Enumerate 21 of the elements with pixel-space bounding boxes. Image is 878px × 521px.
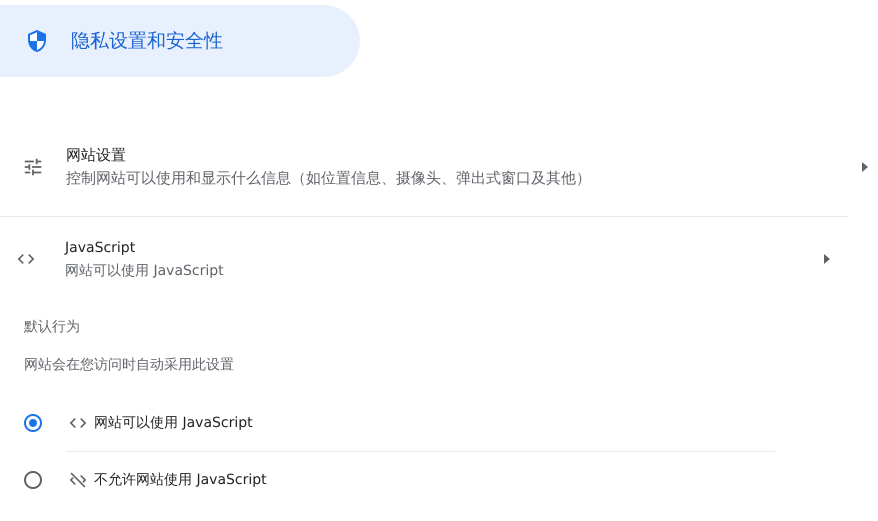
sliders-icon (22, 156, 44, 178)
option-label: 网站可以使用 JavaScript (94, 414, 253, 432)
shield-icon (25, 29, 49, 53)
site-settings-row[interactable]: 网站设置 控制网站可以使用和显示什么信息（如位置信息、摄像头、弹出式窗口及其他） (0, 132, 878, 202)
row-title: JavaScript (65, 239, 136, 258)
option-label: 不允许网站使用 JavaScript (94, 470, 267, 490)
radio-button[interactable] (24, 414, 42, 432)
radio-option[interactable]: 不允许网站使用 JavaScript (24, 452, 775, 508)
caret-icon (862, 162, 868, 172)
radio-button[interactable] (24, 471, 42, 489)
row-title: 网站设置 (66, 145, 127, 166)
javascript-row[interactable]: JavaScript 网站可以使用 JavaScript (0, 217, 848, 301)
row-subtitle: 控制网站可以使用和显示什么信息（如位置信息、摄像头、弹出式窗口及其他） (66, 168, 591, 189)
radio-option[interactable]: 网站可以使用 JavaScript (24, 395, 775, 451)
nav-item[interactable]: 隐私设置和安全性 (0, 5, 360, 77)
row-subtitle: 网站可以使用 JavaScript (65, 262, 224, 281)
nav-label: 隐私设置和安全性 (71, 28, 223, 54)
section-heading: 默认行为 (24, 318, 80, 337)
code-off-icon (68, 470, 88, 490)
caret-icon (824, 254, 830, 264)
section-description: 网站会在您访问时自动采用此设置 (24, 356, 234, 375)
